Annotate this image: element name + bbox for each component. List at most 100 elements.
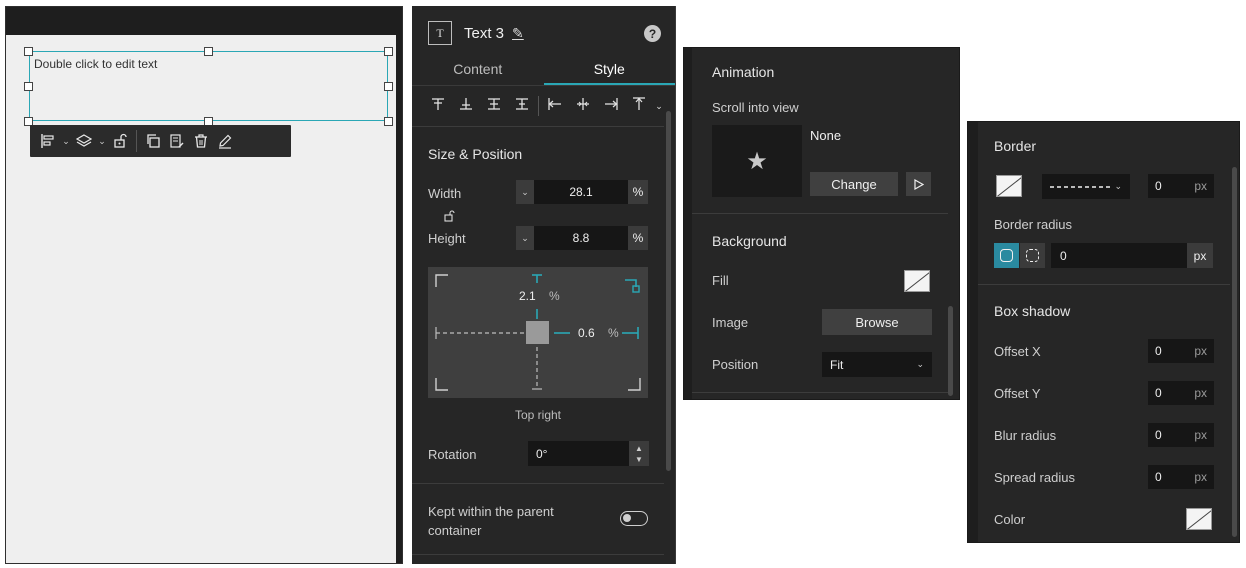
browse-image-button[interactable]: Browse (822, 309, 932, 335)
unit-label: px (1194, 470, 1207, 484)
widget-floating-toolbar: ⌄ ⌄ (30, 125, 291, 157)
spread-radius-input[interactable]: 0 px (1148, 465, 1214, 489)
panel-scrollbar[interactable] (948, 306, 953, 396)
change-animation-button[interactable]: Change (810, 172, 898, 196)
border-shadow-panel: Border ⌄ 0 px Border radius 0 px Box sha… (967, 121, 1240, 543)
aspect-lock-icon[interactable] (444, 209, 456, 227)
toggle-knob (623, 514, 631, 522)
border-width-input[interactable]: 0 px (1148, 174, 1214, 198)
top-offset-unit[interactable]: % (549, 289, 560, 303)
shadow-color-label: Color (994, 512, 1026, 527)
resize-handle-middle-right[interactable] (384, 82, 393, 91)
canvas-page[interactable]: Double click to edit text ⌄ ⌄ (6, 35, 396, 563)
height-input[interactable]: 8.8 (534, 226, 628, 250)
image-position-value[interactable]: Fit (830, 358, 843, 372)
scroll-into-view-label: Scroll into view (712, 100, 799, 115)
offset-x-input[interactable]: 0 px (1148, 339, 1214, 363)
top-offset-value[interactable]: 2.1 (519, 289, 536, 303)
text-widget-placeholder[interactable]: Double click to edit text (34, 57, 157, 71)
rounded-square-icon (1000, 249, 1013, 262)
align-top-icon[interactable] (424, 97, 452, 115)
align-center-horizontal-icon[interactable] (569, 97, 597, 115)
offset-x-value[interactable]: 0 (1155, 344, 1162, 358)
delete-icon[interactable] (189, 129, 213, 153)
align-top-edge-icon[interactable] (625, 97, 653, 115)
divider (412, 126, 664, 127)
rotation-label: Rotation (428, 447, 477, 462)
resize-handle-top-left[interactable] (24, 47, 33, 56)
height-unit-button[interactable]: % (628, 226, 648, 250)
pencil-edit-icon[interactable] (213, 129, 237, 153)
width-unit-button[interactable]: % (628, 180, 648, 204)
right-offset-unit[interactable]: % (608, 326, 619, 340)
animation-effect-value: None (810, 128, 842, 143)
resize-handle-top-center[interactable] (204, 47, 213, 56)
align-left-icon[interactable] (36, 129, 60, 153)
blur-radius-input[interactable]: 0 px (1148, 423, 1214, 447)
align-left-edge-icon[interactable] (541, 97, 569, 115)
tab-content[interactable]: Content (412, 58, 544, 85)
align-middle-icon[interactable] (480, 97, 508, 115)
blur-radius-value[interactable]: 0 (1155, 428, 1162, 442)
animation-background-panel: Animation Scroll into view ★ None Change… (683, 47, 960, 400)
chevron-down-icon[interactable]: ⌄ (96, 136, 108, 147)
offset-y-value[interactable]: 0 (1155, 386, 1162, 400)
offset-y-input[interactable]: 0 px (1148, 381, 1214, 405)
radius-unit-button[interactable]: px (1187, 243, 1213, 268)
spread-radius-label: Spread radius (994, 470, 1075, 485)
radius-individual-button[interactable] (1020, 243, 1045, 268)
edit-settings-icon[interactable] (165, 129, 189, 153)
help-icon[interactable]: ? (644, 25, 661, 42)
chevron-down-icon[interactable]: ⌄ (916, 359, 924, 370)
section-title-background: Background (712, 233, 787, 249)
border-width-value[interactable]: 0 (1155, 179, 1162, 193)
duplicate-icon[interactable] (141, 129, 165, 153)
chevron-down-icon[interactable]: ▼ (635, 454, 643, 465)
panel-edge (968, 122, 978, 542)
play-preview-button[interactable] (906, 172, 931, 196)
style-settings-panel: T Text 3 ✎ ? Content Style ⌄ Size & Posi… (412, 6, 676, 564)
rotation-value[interactable]: 0° (536, 447, 547, 461)
unlock-icon[interactable] (108, 129, 132, 153)
radius-uniform-button[interactable] (994, 243, 1019, 268)
spread-radius-value[interactable]: 0 (1155, 470, 1162, 484)
rotation-stepper[interactable]: ▲ ▼ (629, 441, 649, 466)
rename-pencil-icon[interactable]: ✎ (512, 25, 524, 42)
border-radius-value[interactable]: 0 (1060, 249, 1067, 263)
rotation-input[interactable]: 0° ▲ ▼ (528, 441, 649, 466)
chevron-down-icon[interactable]: ⌄ (60, 136, 72, 147)
panel-scrollbar[interactable] (666, 111, 671, 471)
distribute-vertical-icon[interactable] (508, 97, 536, 115)
resize-handle-bottom-right[interactable] (384, 117, 393, 126)
align-right-edge-icon[interactable] (597, 97, 625, 115)
width-input[interactable]: 28.1 (534, 180, 628, 204)
chevron-down-icon[interactable]: ⌄ (653, 101, 665, 112)
tab-style[interactable]: Style (543, 58, 675, 85)
fill-color-swatch[interactable] (904, 270, 930, 292)
section-title-size-position: Size & Position (428, 146, 523, 162)
offset-y-label: Offset Y (994, 386, 1041, 401)
resize-handle-top-right[interactable] (384, 47, 393, 56)
width-label: Width (428, 186, 462, 201)
panel-scrollbar[interactable] (1232, 167, 1237, 537)
kept-within-toggle[interactable] (620, 511, 648, 526)
border-style-select[interactable]: ⌄ (1042, 174, 1130, 199)
divider (412, 554, 664, 555)
width-mode-dropdown[interactable]: ⌄ (516, 180, 534, 204)
unit-label: px (1194, 428, 1207, 442)
image-position-select[interactable]: Fit ⌄ (822, 352, 932, 377)
layers-icon[interactable] (72, 129, 96, 153)
canvas-top-bar (6, 7, 402, 35)
chevron-down-icon[interactable]: ⌄ (1114, 181, 1122, 192)
right-offset-value[interactable]: 0.6 (578, 326, 595, 340)
shadow-color-swatch[interactable] (1186, 508, 1212, 530)
offset-x-label: Offset X (994, 344, 1041, 359)
text-widget-selected[interactable]: Double click to edit text (29, 51, 388, 121)
border-color-swatch[interactable] (996, 175, 1022, 197)
position-label: Position (712, 357, 759, 372)
align-bottom-icon[interactable] (452, 97, 480, 115)
chevron-up-icon[interactable]: ▲ (635, 443, 643, 454)
border-radius-input[interactable]: 0 (1051, 243, 1187, 268)
resize-handle-middle-left[interactable] (24, 82, 33, 91)
height-mode-dropdown[interactable]: ⌄ (516, 226, 534, 250)
